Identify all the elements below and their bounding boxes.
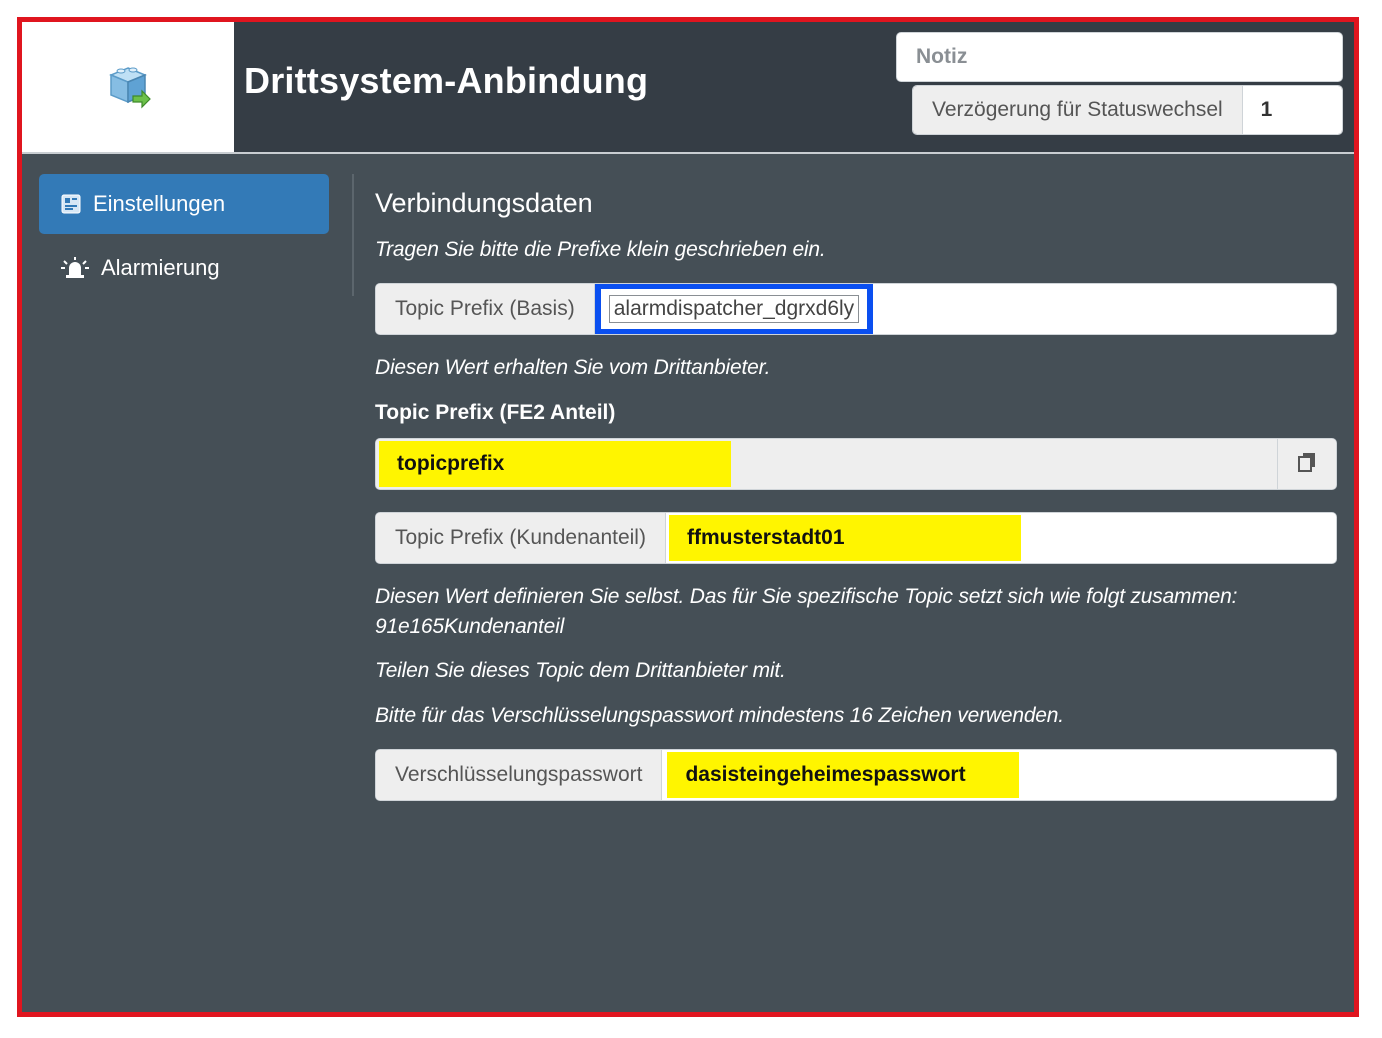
topic-prefix-basis-label: Topic Prefix (Basis) <box>376 284 595 334</box>
topic-prefix-basis-input[interactable]: alarmdispatcher_dgrxd6ly <box>594 284 1336 334</box>
password-input[interactable]: dasisteingeheimespasswort <box>662 750 1336 800</box>
topic-prefix-customer-value: ffmusterstadt01 <box>668 515 1021 561</box>
topic-prefix-customer-label: Topic Prefix (Kundenanteil) <box>376 513 666 563</box>
status-delay-group: Verzögerung für Statuswechsel 1 <box>912 85 1343 135</box>
hint-define-line1: Diesen Wert definieren Sie selbst. Das f… <box>375 585 1238 608</box>
fe2-prefix-value: topicprefix <box>379 441 731 487</box>
topic-prefix-basis-value: alarmdispatcher_dgrxd6ly <box>608 294 860 323</box>
hint-lowercase: Tragen Sie bitte die Prefixe klein gesch… <box>375 238 826 261</box>
hint-from-provider: Diesen Wert erhalten Sie vom Drittanbiet… <box>375 356 771 379</box>
sidebar-divider <box>352 174 354 296</box>
sidebar: Einstellungen Alarmierung <box>39 174 329 302</box>
sidebar-item-label: Einstellungen <box>93 191 226 216</box>
fe2-prefix-group: topicprefix <box>375 438 1337 490</box>
topic-prefix-customer-input[interactable]: ffmusterstadt01 <box>665 513 1336 563</box>
password-value: dasisteingeheimespasswort <box>667 752 1020 798</box>
hint-share: Teilen Sie dieses Topic dem Drittanbiete… <box>375 659 786 682</box>
sidebar-item-label: Alarmierung <box>101 255 220 280</box>
siren-icon <box>61 257 89 279</box>
fe2-prefix-input[interactable]: topicprefix <box>376 439 1277 489</box>
topic-prefix-customer-group: Topic Prefix (Kundenanteil) ffmusterstad… <box>375 512 1337 564</box>
status-delay-input[interactable]: 1 <box>1242 86 1342 134</box>
logo-box <box>22 22 234 152</box>
sidebar-item-alarmierung[interactable]: Alarmierung <box>39 238 329 298</box>
basis-highlight: alarmdispatcher_dgrxd6ly <box>594 284 874 334</box>
integration-box-icon <box>103 60 153 115</box>
section-title: Verbindungsdaten <box>375 188 593 218</box>
password-label: Verschlüsselungspasswort <box>376 750 663 800</box>
hint-define-line2: 91e165Kundenanteil <box>375 615 565 638</box>
fe2-prefix-label: Topic Prefix (FE2 Anteil) <box>375 401 616 424</box>
copy-icon <box>1296 451 1318 478</box>
copy-button[interactable] <box>1277 439 1336 489</box>
settings-icon <box>61 194 81 214</box>
app-frame: Drittsystem-Anbindung Notiz Verzögerung … <box>17 17 1359 1017</box>
password-group: Verschlüsselungspasswort dasisteingeheim… <box>375 749 1337 801</box>
status-delay-label: Verzögerung für Statuswechsel <box>913 86 1243 134</box>
page-title: Drittsystem-Anbindung <box>244 60 649 101</box>
topic-prefix-basis-group: Topic Prefix (Basis) alarmdispatcher_dgr… <box>375 283 1337 335</box>
sidebar-item-einstellungen[interactable]: Einstellungen <box>39 174 329 234</box>
note-field[interactable]: Notiz <box>896 32 1343 82</box>
header-bar: Drittsystem-Anbindung Notiz Verzögerung … <box>22 22 1354 154</box>
hint-password-length: Bitte für das Verschlüsselungspasswort m… <box>375 704 1064 727</box>
